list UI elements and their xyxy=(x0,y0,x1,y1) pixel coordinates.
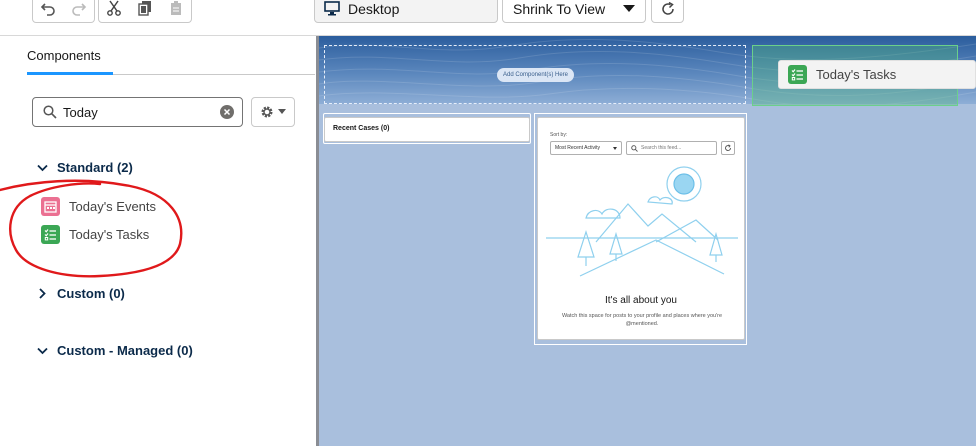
task-list-icon xyxy=(788,65,807,84)
device-label: Desktop xyxy=(348,0,400,17)
cut-icon xyxy=(107,0,121,16)
undo-icon xyxy=(40,2,55,16)
search-icon xyxy=(43,105,57,119)
component-label: Today's Events xyxy=(69,199,157,214)
dragged-component-label: Today's Tasks xyxy=(816,67,897,82)
desktop-icon xyxy=(324,1,340,16)
search-icon xyxy=(631,145,638,152)
chevron-down-icon xyxy=(278,109,286,114)
gear-icon xyxy=(261,106,273,118)
feed-refresh-button[interactable] xyxy=(721,141,735,155)
feed-card[interactable]: Sort by: Most Recent Activity Search thi… xyxy=(537,117,745,340)
settings-menu-button[interactable] xyxy=(251,97,295,127)
paste-button[interactable] xyxy=(160,0,192,23)
feed-sort-select[interactable]: Most Recent Activity xyxy=(550,141,622,155)
redo-icon xyxy=(71,2,86,16)
copy-button[interactable] xyxy=(129,0,161,23)
paste-icon xyxy=(170,0,181,15)
refresh-button[interactable] xyxy=(651,0,684,23)
component-label: Today's Tasks xyxy=(69,227,150,242)
undo-button[interactable] xyxy=(32,0,64,23)
chevron-down-icon xyxy=(623,5,635,12)
search-input[interactable] xyxy=(63,102,213,122)
tab-components[interactable]: Components xyxy=(27,48,101,63)
empty-feed-description: Watch this space for posts to your profi… xyxy=(561,313,723,327)
feed-sort-label: Sort by: xyxy=(550,132,568,138)
chevron-down-icon xyxy=(37,347,48,354)
calendar-icon xyxy=(41,197,60,216)
recent-cases-card[interactable]: Recent Cases (0) xyxy=(324,117,530,142)
zoom-value: Shrink To View xyxy=(513,0,606,17)
chevron-down-icon xyxy=(613,147,617,150)
cut-button[interactable] xyxy=(98,0,130,23)
empty-feed-illustration xyxy=(546,166,738,277)
active-tab-indicator xyxy=(27,72,113,75)
section-custom-managed-label: Custom - Managed (0) xyxy=(57,343,193,358)
chevron-right-icon xyxy=(39,288,46,299)
section-standard[interactable]: Standard (2) xyxy=(37,160,133,175)
recent-cases-title: Recent Cases (0) xyxy=(333,125,390,132)
add-component-here[interactable]: Add Component(s) Here xyxy=(497,68,574,82)
component-search[interactable] xyxy=(32,97,243,127)
feed-sort-value: Most Recent Activity xyxy=(555,145,601,151)
section-standard-label: Standard (2) xyxy=(57,160,133,175)
redo-button[interactable] xyxy=(63,0,95,23)
section-custom-label: Custom (0) xyxy=(57,286,125,301)
refresh-icon xyxy=(661,1,674,15)
component-todays-events[interactable]: Today's Events xyxy=(41,197,156,216)
chevron-down-icon xyxy=(37,164,48,171)
feed-search-placeholder: Search this feed... xyxy=(641,145,682,151)
section-custom-managed[interactable]: Custom - Managed (0) xyxy=(37,343,193,358)
empty-feed-title: It's all about you xyxy=(605,295,677,306)
section-custom[interactable]: Custom (0) xyxy=(37,286,125,301)
zoom-select[interactable]: Shrink To View xyxy=(502,0,646,23)
feed-search-input[interactable]: Search this feed... xyxy=(626,141,717,155)
dragged-component[interactable]: Today's Tasks xyxy=(778,60,976,89)
task-list-icon xyxy=(41,225,60,244)
refresh-icon xyxy=(725,144,731,151)
component-todays-tasks[interactable]: Today's Tasks xyxy=(41,225,149,244)
copy-icon xyxy=(137,0,151,16)
device-selector[interactable]: Desktop xyxy=(314,0,498,23)
clear-search-icon[interactable] xyxy=(220,105,234,119)
